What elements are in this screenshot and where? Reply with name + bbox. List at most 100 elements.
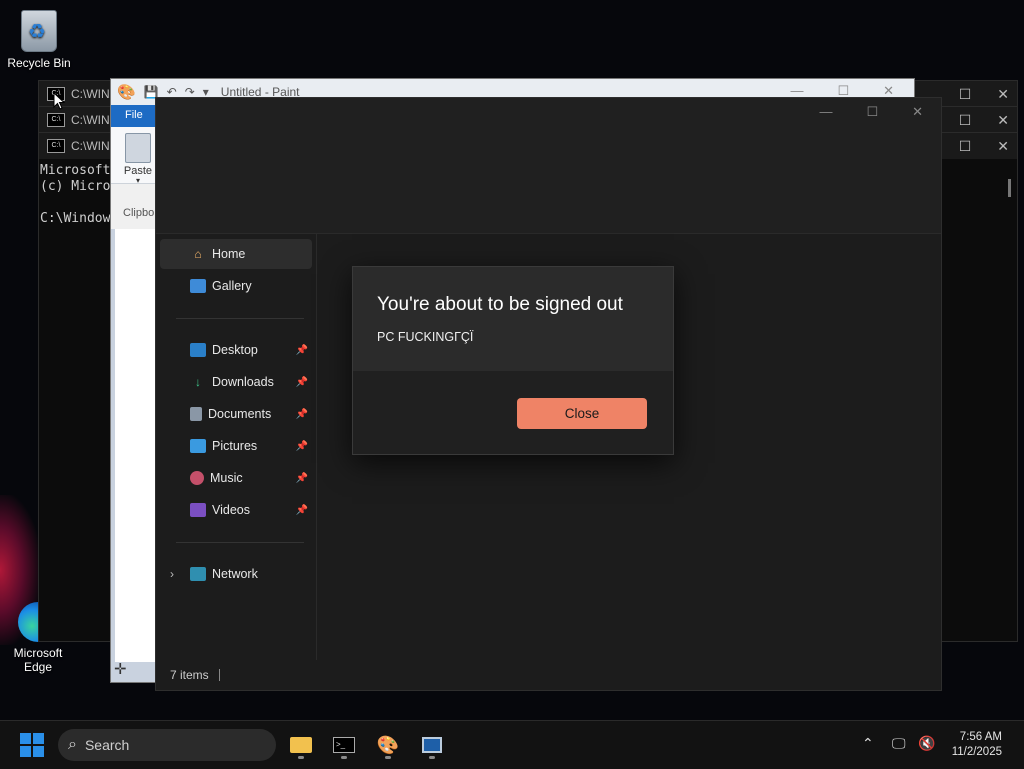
cmd-title: C:\WIN: [71, 113, 110, 127]
clock-date: 11/2/2025: [951, 746, 1002, 758]
maximize-icon[interactable]: ☐: [959, 86, 972, 103]
close-icon[interactable]: ✕: [997, 86, 1009, 103]
document-icon: [190, 407, 202, 421]
desktop-icon-label: Microsoft Edge: [13, 646, 63, 674]
close-button[interactable]: Close: [517, 398, 647, 429]
cmd-icon: C:\: [47, 113, 65, 127]
search-box[interactable]: ⌕ Search: [58, 729, 276, 761]
desktop-icon-recycle-bin[interactable]: Recycle Bin: [4, 10, 74, 70]
desktop-icon-label: Recycle Bin: [7, 56, 71, 70]
nav-item-label: Home: [212, 247, 246, 261]
nav-item-label: Downloads: [212, 375, 274, 389]
network-icon: [190, 567, 206, 581]
nav-item-home[interactable]: ⌂ Home: [160, 239, 312, 269]
nav-divider: [176, 542, 304, 543]
clipboard-group-label: Clipbo: [123, 207, 155, 219]
taskbar-terminal[interactable]: >_: [325, 729, 363, 761]
recycle-bin-icon: [21, 10, 57, 52]
gallery-icon: [190, 279, 206, 293]
nav-item-desktop[interactable]: Desktop 📌: [160, 335, 312, 365]
nav-item-label: Network: [212, 567, 258, 581]
nav-item-pictures[interactable]: Pictures 📌: [160, 431, 312, 461]
terminal-icon: >_: [333, 737, 355, 753]
windows-logo-tile: [20, 733, 31, 744]
maximize-icon[interactable]: ☐: [959, 138, 972, 155]
network-status-icon[interactable]: 🖵: [892, 735, 906, 752]
nav-item-documents[interactable]: Documents 📌: [160, 399, 312, 429]
windows-logo-tile: [33, 733, 44, 744]
home-icon: ⌂: [194, 247, 202, 261]
maximize-icon[interactable]: ☐: [866, 104, 878, 120]
status-bar: 7 items: [156, 660, 941, 690]
nav-item-network[interactable]: › Network: [160, 559, 312, 589]
clipboard-icon: [125, 133, 151, 163]
close-icon[interactable]: ✕: [912, 104, 923, 120]
volume-muted-icon[interactable]: 🔇: [918, 735, 935, 752]
nav-item-label: Desktop: [212, 343, 258, 357]
nav-item-label: Music: [210, 471, 243, 485]
nav-item-gallery[interactable]: Gallery: [160, 271, 312, 301]
nav-item-music[interactable]: Music 📌: [160, 463, 312, 493]
nav-item-label: Documents: [208, 407, 272, 421]
dialog-message: PC FUCKINGГÇЇ: [377, 330, 474, 344]
scrollbar-thumb[interactable]: [1008, 179, 1011, 197]
download-icon: ↓: [195, 375, 201, 389]
running-indicator: [385, 756, 391, 759]
pin-icon[interactable]: 📌: [296, 473, 308, 484]
sign-out-dialog: You're about to be signed out PC FUCKING…: [352, 266, 674, 455]
item-count: 7 items: [170, 668, 209, 682]
chevron-down-icon: ▾: [135, 176, 140, 185]
taskbar: ⌕ Search >_ 🎨 ⌃ 🖵 🔇 7:56 AM 11/2/2025: [0, 720, 1024, 769]
status-divider: [218, 669, 220, 681]
navigation-pane: ⌂ Home Gallery Desktop 📌 ↓ Downloads 📌 D…: [156, 234, 317, 660]
desktop-folder-icon: [190, 343, 206, 357]
chevron-up-icon[interactable]: ⌃: [862, 735, 874, 752]
windows-logo-tile: [33, 746, 44, 757]
explorer-header: — ☐ ✕: [156, 98, 941, 234]
search-label: Search: [84, 737, 130, 753]
nav-divider: [176, 318, 304, 319]
taskbar-file-explorer[interactable]: [282, 729, 320, 761]
pin-icon[interactable]: 📌: [296, 345, 308, 356]
chevron-right-icon[interactable]: ›: [170, 567, 174, 581]
folder-icon: [290, 737, 312, 753]
running-indicator: [298, 756, 304, 759]
pin-icon[interactable]: 📌: [296, 409, 308, 420]
nav-item-downloads[interactable]: ↓ Downloads 📌: [160, 367, 312, 397]
search-icon: ⌕: [68, 736, 77, 753]
nav-item-videos[interactable]: Videos 📌: [160, 495, 312, 525]
dialog-title: You're about to be signed out: [377, 294, 623, 315]
move-cursor-icon: ✛: [114, 661, 127, 678]
dialog-content: You're about to be signed out PC FUCKING…: [353, 267, 673, 371]
music-icon: [190, 471, 204, 485]
paint-palette-icon: 🎨: [117, 84, 136, 101]
pin-icon[interactable]: 📌: [296, 441, 308, 452]
window-icon: [422, 737, 442, 753]
windows-logo-tile: [20, 746, 31, 757]
mouse-cursor-icon: [53, 92, 65, 110]
file-tab[interactable]: File: [111, 105, 157, 127]
nav-item-label: Pictures: [212, 439, 258, 453]
cmd-title: C:\WIN: [71, 139, 110, 153]
taskbar-paint[interactable]: 🎨: [369, 729, 407, 761]
paint-palette-icon: 🎨: [376, 734, 400, 755]
maximize-icon[interactable]: ☐: [959, 112, 972, 129]
clock[interactable]: 7:56 AM 11/2/2025: [952, 730, 1002, 760]
running-indicator: [341, 756, 347, 759]
nav-item-label: Gallery: [212, 279, 252, 293]
start-button[interactable]: [20, 733, 44, 757]
taskbar-app-window[interactable]: [413, 729, 451, 761]
videos-icon: [190, 503, 206, 517]
close-icon[interactable]: ✕: [997, 112, 1009, 129]
cmd-icon: C:\: [47, 139, 65, 153]
pin-icon[interactable]: 📌: [296, 377, 308, 388]
close-icon[interactable]: ✕: [997, 138, 1009, 155]
paste-button[interactable]: Paste ▾: [121, 133, 155, 185]
pin-icon[interactable]: 📌: [296, 505, 308, 516]
clock-time: 7:56 AM: [959, 731, 1002, 743]
nav-item-label: Videos: [212, 503, 250, 517]
running-indicator: [429, 756, 435, 759]
pictures-icon: [190, 439, 206, 453]
paint-canvas[interactable]: [115, 229, 155, 662]
minimize-icon[interactable]: —: [819, 104, 832, 120]
